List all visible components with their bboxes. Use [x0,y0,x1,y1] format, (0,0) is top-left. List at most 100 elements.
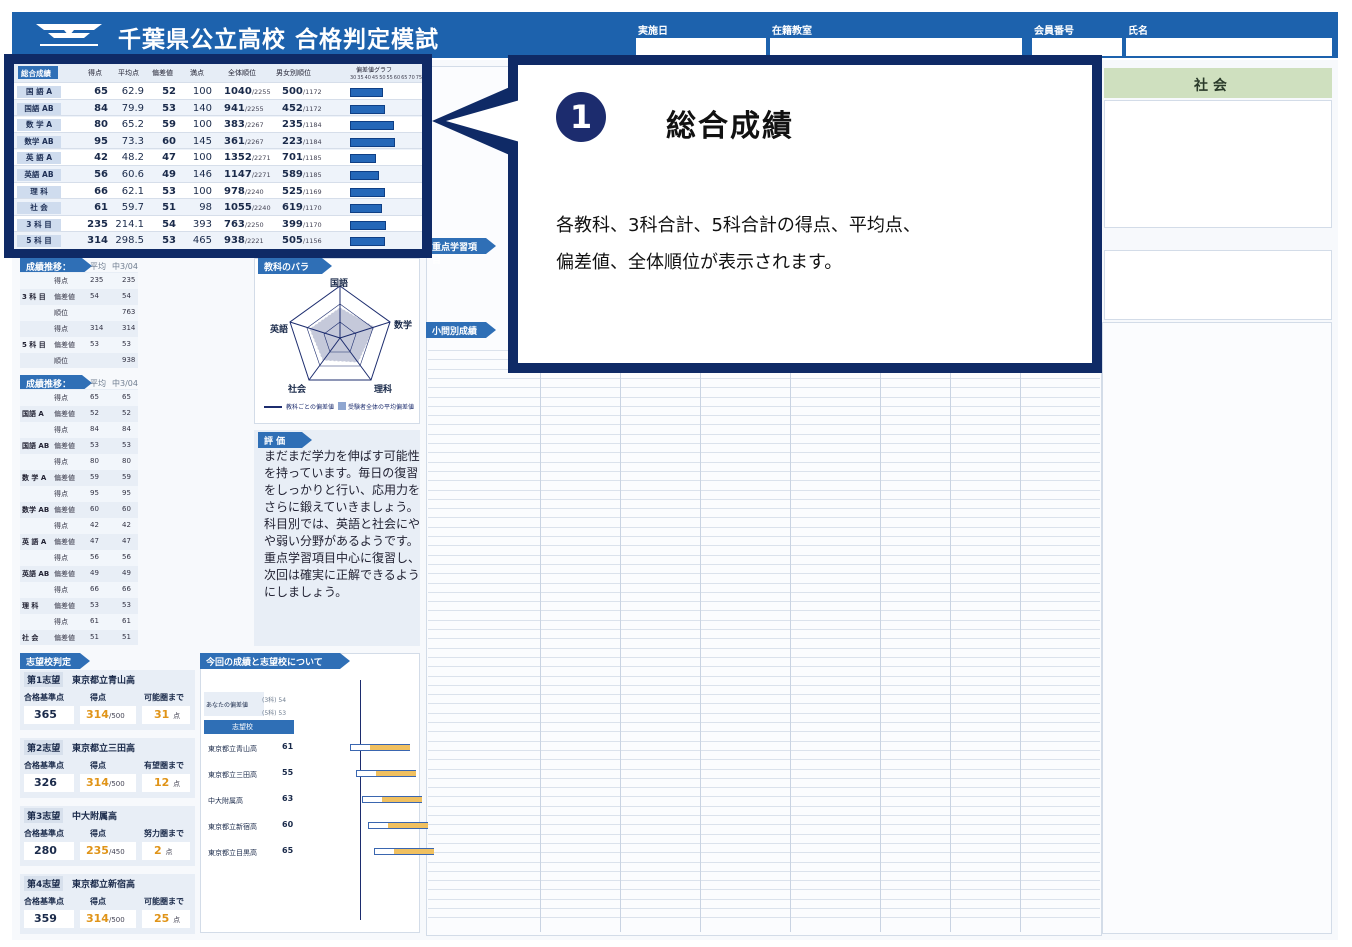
summary-row: 理 科 66 62.1 53 100 978/2240 525/1169 [14,181,422,200]
summary-gender-rank-total: /1172 [302,88,322,96]
school-range-fill [388,823,428,828]
grid-line [428,610,1100,612]
summary-table: 総合成績 得点 平均点 偏差値 満点 全体順位 男女別順位 偏差値グラフ 30 3… [14,64,422,250]
deviation-bar [350,121,394,131]
choice-score: 314/500 [86,912,125,925]
trend-value-latest: 53 [122,340,131,348]
summary-score: 235 [87,218,108,230]
trend-label: 得点 [54,458,68,466]
summary-score: 95 [94,135,108,147]
trend-label: 得点 [54,490,68,498]
choice-diff: 31 点 [154,708,180,721]
grid-line [428,917,1100,919]
social-question-table [1102,322,1332,934]
school-name: 東京都立三田高 [208,771,257,779]
current-heading: 今回の成績と志望校について [200,653,350,669]
choice-score: 314/500 [86,708,125,721]
summary-gender-rank-total: /1184 [302,137,322,146]
grid-line [428,424,1100,426]
choice-score-value: 314 [86,708,109,721]
question-results-heading: 小問別成績 [426,322,496,338]
grid-line [428,461,1100,463]
grid-line [428,861,1100,863]
summary-rank-value: 938 [224,235,245,247]
choice-diff: 2 点 [154,844,173,857]
graph-tick: 30 [350,75,357,81]
callout-description: 各教科、3科合計、5科合計の得点、平均点、 偏差値、全体順位が表示されます。 [556,207,1076,281]
school-range-fill [382,797,422,802]
summary-rank-total: /2255 [251,88,271,96]
summary-dev: 47 [162,152,176,164]
summary-row: 英 語 A 42 48.2 47 100 1352/2271 701/1185 [14,148,422,166]
summary-subject: 英 語 A [17,152,61,165]
grid-line [428,433,1100,435]
summary-header-row: 総合成績 得点 平均点 偏差値 満点 全体順位 男女別順位 偏差値グラフ 30 3… [14,64,422,82]
school-dev: 55 [282,768,294,777]
trend-value-latest: 47 [122,537,131,545]
summary-rank: 1055/2240 [224,202,271,213]
school-range-fill [370,745,410,750]
grid-col-line [790,340,791,932]
choice-diff-label: 有望圏まで [144,761,184,770]
summary-rank-total: /2267 [244,121,264,130]
grid-line [428,377,1100,379]
choice-score-label: 得点 [90,693,106,702]
callout-number: 1 [556,92,606,142]
trend-row: 得点 61 61 [20,614,138,630]
grid-line [428,480,1100,482]
summary-gender-rank: 589/1185 [282,169,322,180]
summary-rank-value: 1055 [224,202,252,214]
grid-line [428,656,1100,658]
trend-label: 偏差値 [54,474,75,482]
summary-gender-rank-total: /1169 [302,187,322,196]
graph-tick: 65 [401,75,408,81]
choice-base: 365 [34,708,57,721]
trend-row: 得点 95 95 [20,486,138,502]
summary-gender-rank: 619/1170 [282,202,322,213]
grid-line [428,852,1100,854]
summary-gender-rank-total: /1185 [302,154,322,163]
grid-line [428,508,1100,510]
summary-rank: 763/2250 [224,219,264,230]
trend-row: 得点 42 42 [20,518,138,534]
deviation-bar [350,187,385,197]
trend-value-latest: 49 [122,569,131,577]
summary-row: 英語 AB 56 60.6 49 146 1147/2271 589/1185 [14,165,422,183]
summary-score: 80 [94,119,108,131]
choice-score: 235/450 [86,844,125,857]
trend-label: 偏差値 [54,538,75,546]
summary-rank: 1040/2255 [224,86,271,97]
graph-tick: 60 [393,75,401,81]
summary-rank-value: 941 [224,102,245,114]
choice-school: 東京都立三田高 [72,744,136,754]
summary-gender-rank-total: /1170 [302,220,322,229]
trend-value-latest: 95 [122,489,131,497]
trend-value-avg: 52 [90,409,99,417]
trend-label: 偏差値 [54,570,75,578]
callout-box: 1 総合成績 各教科、3科合計、5科合計の得点、平均点、 偏差値、全体順位が表示… [518,65,1092,363]
name-label: 氏名 [1128,26,1148,37]
choice-diff-value: 31 [154,708,170,721]
trend-label: 偏差値 [54,293,75,301]
trend-value-latest: 235 [122,276,136,284]
trend-row: 得点 84 84 [20,422,138,438]
grid-line [428,824,1100,826]
choice-school: 東京都立青山高 [72,676,136,686]
radar-label-rika: 理科 [374,385,393,395]
trend-row: 順位 938 [20,353,138,369]
evaluation-text: まだまだ学力を伸ばす可能性を持っています。毎日の復習をしっかりと行い、応用力をさ… [264,449,421,599]
grid-col-line [620,340,621,932]
school-name: 東京都立目黒高 [208,849,257,857]
summary-dev: 54 [162,218,176,230]
col-dev: 偏差値 [152,69,173,77]
grid-line [428,666,1100,668]
summary-dev: 53 [162,235,176,247]
legend-line-icon [264,406,282,408]
trend-value-avg: 56 [90,553,99,561]
balance-heading-tab: 教科のバランス [258,258,332,286]
trend-label: 偏差値 [54,410,75,418]
summary-full: 140 [192,102,212,114]
grid-line [428,759,1100,761]
choice-score: 314/500 [86,776,125,789]
trend-value-avg: 314 [90,324,104,332]
